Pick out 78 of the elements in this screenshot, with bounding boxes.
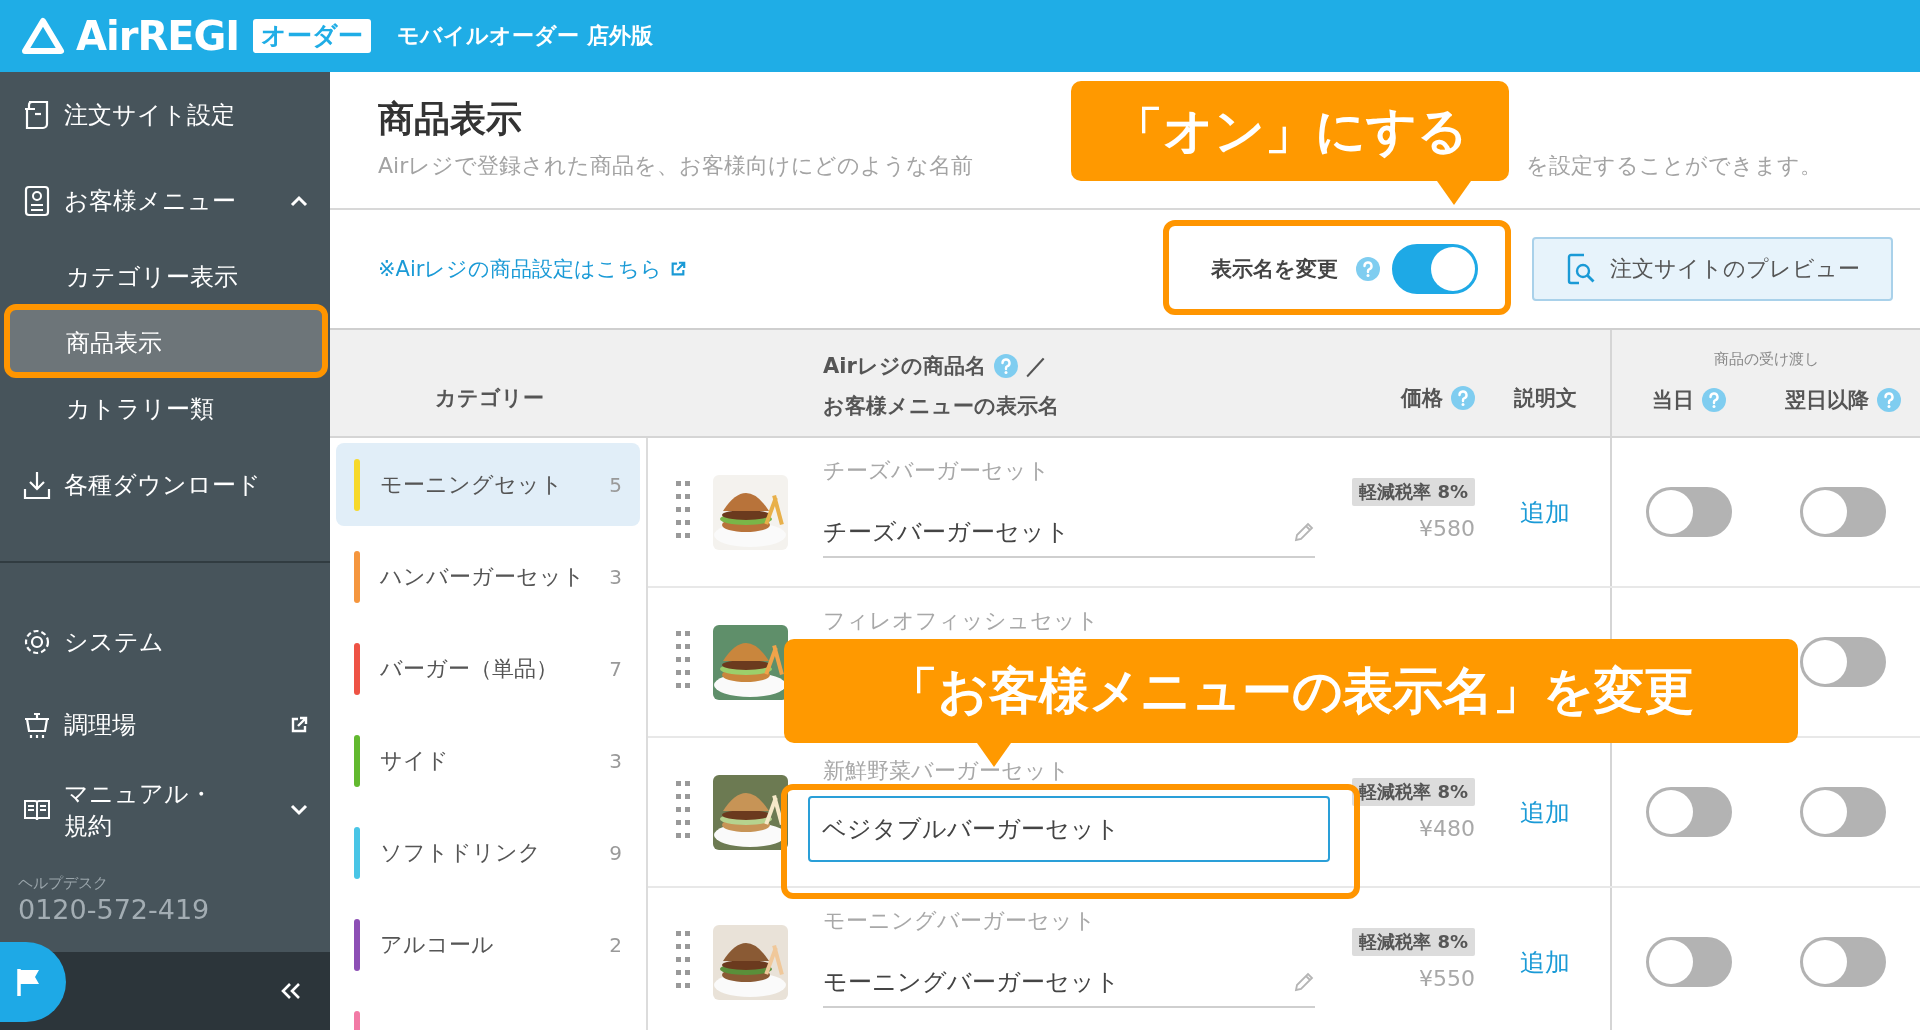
display-name-field[interactable]: モーニングバーガーセット [823,958,1315,1008]
page-description: Airレジで登録された商品を、お客様向けにどのような名前 [378,152,974,180]
callout-pointer [1437,181,1471,205]
helpdesk-phone: 0120-572-419 [17,893,210,927]
collapse-icon[interactable] [280,982,302,1000]
help-icon[interactable] [1356,257,1380,281]
product-badge: オーダー [253,19,372,53]
help-icon[interactable] [993,354,1018,378]
toggle-switch[interactable] [1646,937,1732,987]
column-separator: ／ [1025,353,1047,380]
column-header: 価格 [1401,385,1443,412]
price: ¥480 [1419,816,1475,841]
category-item[interactable]: モーニングセット 5 [336,443,640,526]
item-count: 3 [609,748,622,773]
sidebar-item[interactable]: システム [0,599,330,685]
toggle-switch[interactable] [1392,244,1478,294]
help-icon[interactable] [1702,387,1726,412]
sidebar-item[interactable]: マニュアル・規約 [0,765,330,855]
menu-card-icon [22,185,52,217]
product-name: チーズバーガーセット [823,457,1051,485]
product-name: フィレオフィッシュセット [823,607,1100,635]
category-item[interactable]: アルコール 2 [336,903,640,986]
callout: 「オン」にする [1071,81,1509,181]
sidebar-item[interactable]: お客様メニュー [0,158,330,244]
tax-badge: 軽減税率 8% [1352,928,1475,956]
category-item[interactable]: ハンバーガーセット 3 [336,535,640,618]
column-group-header: 商品の受け渡し [1712,349,1820,369]
category-item[interactable]: サイド 3 [336,719,640,802]
product-name: 新鮮野菜バーガーセット [823,757,1071,785]
item-count: 7 [609,656,622,681]
column-header: Airレジの商品名 [823,353,986,380]
tax-badge: 軽減税率 8% [1352,778,1475,806]
flag-icon [16,967,42,997]
toggle-switch[interactable] [1646,487,1732,537]
price: ¥550 [1419,966,1475,991]
item-count: 9 [609,840,622,865]
item-count: 3 [609,564,622,589]
sidebar-subitem[interactable]: カトラリー類 [8,376,322,442]
helpdesk-label: ヘルプデスク [17,873,109,893]
category-item[interactable]: バーガー（単品） 7 [336,627,640,710]
help-icon[interactable] [1877,387,1901,412]
sidebar-item[interactable]: 各種ダウンロード [0,442,330,528]
download-icon [22,469,52,501]
product-name: モーニングバーガーセット [823,907,1097,935]
sidebar-item[interactable]: 注文サイト設定 [0,72,330,158]
input-field[interactable]: ベジタブルバーガーセット [808,796,1330,862]
tax-badge: 軽減税率 8% [1352,478,1475,506]
column-header: お客様メニューの表示名 [823,393,1060,420]
preview-icon [1565,252,1596,286]
external-link-icon [670,261,687,277]
pencil-icon [1293,521,1315,543]
toggle-switch[interactable] [1800,637,1886,687]
page-description: を設定することができます。 [1526,152,1822,180]
logo-icon [20,16,66,56]
pencil-icon [1293,971,1315,993]
callout: 「お客様メニューの表示名」を変更 [784,639,1798,743]
toggle-switch[interactable] [1646,787,1732,837]
app-subtitle: モバイルオーダー 店外版 [397,22,653,50]
column-header: カテゴリー [434,385,544,412]
help-icon[interactable] [1451,386,1475,410]
toggle-switch[interactable] [1800,937,1886,987]
category-item[interactable]: ソフトドリンク 9 [336,811,640,894]
column-header: 説明文 [1513,385,1577,412]
sidebar-subitem[interactable]: カテゴリー表示 [8,244,322,310]
toggle-switch[interactable] [1800,487,1886,537]
toggle-label: 表示名を変更 [1211,256,1338,283]
logo-text: AirREGI [76,13,240,59]
display-name-field[interactable]: チーズバーガーセット [823,508,1315,558]
column-header: 当日 [1652,386,1694,414]
item-count: 5 [609,472,622,497]
price: ¥580 [1419,516,1475,541]
flag-button[interactable] [0,942,66,1022]
page-title: 商品表示 [378,97,522,141]
item-count: 2 [609,932,622,957]
sidebar-item[interactable]: 調理場 [0,685,330,765]
toggle-switch[interactable] [1800,787,1886,837]
column-header: 翌日以降 [1785,386,1869,414]
preview-button[interactable]: 注文サイトのプレビュー [1532,237,1893,301]
